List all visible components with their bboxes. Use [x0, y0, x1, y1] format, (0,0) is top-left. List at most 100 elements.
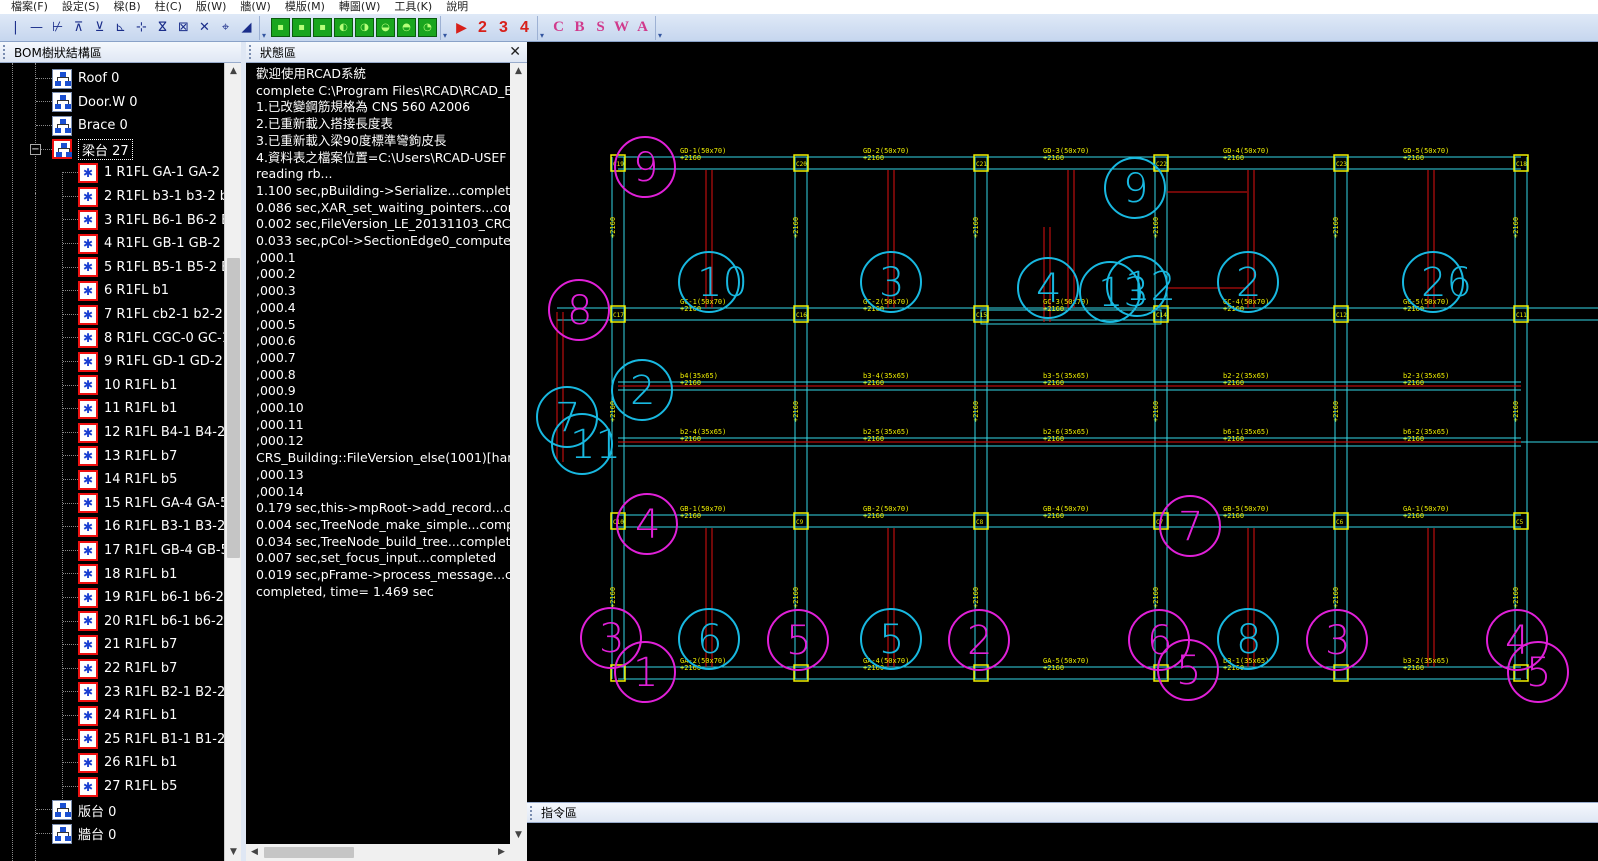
scroll-right-icon[interactable]: ▶ [493, 844, 510, 861]
layer-tool-icon-3[interactable]: ◐ [334, 18, 353, 37]
toolbar-overflow-icon[interactable]: ▾ [656, 16, 664, 40]
tree-group-item[interactable]: 牆台 0 [52, 822, 116, 846]
toolbar-overflow-icon[interactable]: ▾ [260, 16, 268, 40]
layer-tool-icon-5[interactable]: ◒ [376, 18, 395, 37]
tree-leaf-item[interactable]: ✱ 16 R1FL B3-1 B3-2 [78, 515, 224, 539]
layer-tool-icon-6[interactable]: ◓ [397, 18, 416, 37]
layer-tool-icon-7[interactable]: ◔ [418, 18, 437, 37]
beam-node-icon: ✱ [78, 776, 98, 797]
tree-leaf-item[interactable]: ✱ 22 R1FL b7 [78, 657, 177, 681]
tree-group-item[interactable]: Brace 0 [52, 114, 128, 138]
tree-leaf-item[interactable]: ✱ 14 R1FL b5 [78, 468, 177, 492]
tree-leaf-item[interactable]: ✱ 26 R1FL b1 [78, 751, 177, 775]
play-icon[interactable]: ▶ [451, 17, 472, 39]
menu-item-4[interactable]: 版(W) [189, 0, 233, 14]
draw-tool-icon-4[interactable]: ⊻ [89, 17, 110, 39]
view-number-button-4[interactable]: 4 [514, 17, 535, 39]
scroll-thumb[interactable] [264, 847, 354, 858]
log-line: ,000.12 [256, 433, 304, 449]
panel-grip-icon[interactable] [249, 45, 257, 59]
status-vertical-scrollbar[interactable]: ▲ ▼ [510, 63, 527, 844]
tree-leaf-item[interactable]: ✱ 19 R1FL b6-1 b6-2 [78, 586, 224, 610]
tree-leaf-item[interactable]: ✱ 8 R1FL CGC-0 GC-1 [78, 326, 224, 350]
tree-group-item[interactable]: 梁台 27 [52, 138, 133, 162]
tree-leaf-item[interactable]: ✱ 17 R1FL GB-4 GB-5 [78, 539, 224, 563]
tree-vertical-scrollbar[interactable]: ▲ ▼ [224, 63, 241, 861]
tree-leaf-item[interactable]: ✱ 7 R1FL cb2-1 b2-2 b [78, 303, 224, 327]
element-type-button-S[interactable]: S [590, 17, 611, 39]
close-icon[interactable]: ✕ [509, 44, 521, 60]
tree-group-item[interactable]: 版台 0 [52, 798, 116, 822]
tree-leaf-item[interactable]: ✱ 10 R1FL b1 [78, 374, 177, 398]
structural-plan-drawing[interactable]: C19 C20 C21 C22 C23 C18C17 C16 C15 C14 C12 C11C10 C… [527, 42, 1598, 802]
element-type-button-B[interactable]: B [569, 17, 590, 39]
collapse-icon[interactable]: − [30, 143, 41, 155]
menu-item-2[interactable]: 樑(B) [107, 0, 148, 14]
tree-leaf-item[interactable]: ✱ 20 R1FL b6-1 b6-2 [78, 610, 224, 634]
menu-item-6[interactable]: 模版(M) [278, 0, 332, 14]
scroll-thumb[interactable] [227, 258, 240, 558]
draw-tool-icon-3[interactable]: ⊼ [68, 17, 89, 39]
tree-leaf-item[interactable]: ✱ 2 R1FL b3-1 b3-2 b [78, 185, 224, 209]
tree-leaf-item[interactable]: ✱ 25 R1FL B1-1 B1-2 [78, 728, 224, 752]
draw-tool-icon-0[interactable]: | [5, 17, 26, 39]
tree-leaf-item[interactable]: ✱ 4 R1FL GB-1 GB-2 [78, 232, 221, 256]
element-type-button-C[interactable]: C [548, 17, 569, 39]
menu-item-1[interactable]: 設定(S) [55, 0, 107, 14]
cad-drawing-canvas[interactable]: C19 C20 C21 C22 C23 C18 C17 C16 C15 C14 C12 C11 C10 C… [527, 42, 1598, 802]
element-type-button-W[interactable]: W [611, 17, 632, 39]
draw-tool-icon-6[interactable]: ⊹ [131, 17, 152, 39]
menu-item-5[interactable]: 牆(W) [233, 0, 277, 14]
tree-leaf-item[interactable]: ✱ 23 R1FL B2-1 B2-2 [78, 680, 224, 704]
menu-item-9[interactable]: 說明 [439, 0, 475, 14]
tree-leaf-item[interactable]: ✱ 11 R1FL b1 [78, 397, 177, 421]
draw-tool-icon-10[interactable]: ⌖ [215, 17, 236, 39]
view-number-button-3[interactable]: 3 [493, 17, 514, 39]
tree-leaf-item[interactable]: ✱ 5 R1FL B5-1 B5-2 B [78, 256, 224, 280]
scroll-left-icon[interactable]: ◀ [246, 844, 263, 861]
tree-leaf-item[interactable]: ✱ 1 R1FL GA-1 GA-2 [78, 161, 220, 185]
tree-leaf-item[interactable]: ✱ 18 R1FL b1 [78, 562, 177, 586]
draw-tool-icon-9[interactable]: ✕ [194, 17, 215, 39]
menu-item-8[interactable]: 工具(K) [387, 0, 439, 14]
view-number-button-2[interactable]: 2 [472, 17, 493, 39]
scroll-down-icon[interactable]: ▼ [510, 827, 527, 844]
tree-leaf-item[interactable]: ✱ 12 R1FL B4-1 B4-2 [78, 421, 224, 445]
tree-leaf-item[interactable]: ✱ 6 R1FL b1 [78, 279, 169, 303]
log-line: 4.資料表之檔案位置=C:\Users\RCAD-USEF [256, 149, 507, 165]
draw-tool-icon-8[interactable]: ⊠ [173, 17, 194, 39]
layer-tool-icon-1[interactable]: ▪ [292, 18, 311, 37]
menu-item-0[interactable]: 檔案(F) [4, 0, 55, 14]
draw-tool-icon-1[interactable]: — [26, 17, 47, 39]
tree-group-item[interactable]: Door.W 0 [52, 90, 137, 114]
status-horizontal-scrollbar[interactable]: ◀ ▶ [246, 844, 510, 861]
tree-leaf-item[interactable]: ✱ 15 R1FL GA-4 GA-5 [78, 492, 224, 516]
tree-leaf-item[interactable]: ✱ 24 R1FL b1 [78, 704, 177, 728]
draw-tool-icon-11[interactable]: ◢ [236, 17, 257, 39]
draw-tool-icon-2[interactable]: ⊬ [47, 17, 68, 39]
menu-item-7[interactable]: 轉圖(W) [332, 0, 387, 14]
layer-tool-icon-4[interactable]: ◑ [355, 18, 374, 37]
column-label: C14 [1156, 312, 1167, 319]
element-type-button-A[interactable]: A [632, 17, 653, 39]
draw-tool-icon-7[interactable]: ⴵ [152, 17, 173, 39]
draw-tool-icon-5[interactable]: ⊾ [110, 17, 131, 39]
tree-leaf-item[interactable]: ✱ 3 R1FL B6-1 B6-2 B [78, 208, 224, 232]
tree-leaf-item[interactable]: ✱ 21 R1FL b7 [78, 633, 177, 657]
scroll-down-icon[interactable]: ▼ [225, 844, 242, 861]
tree-leaf-item[interactable]: ✱ 27 R1FL b5 [78, 775, 177, 799]
scroll-up-icon[interactable]: ▲ [225, 63, 242, 80]
menu-item-3[interactable]: 柱(C) [148, 0, 189, 14]
panel-grip-icon[interactable] [3, 45, 11, 59]
tree-group-item[interactable]: Roof 0 [52, 67, 119, 91]
column-label: C23 [1336, 161, 1347, 168]
toolbar-overflow-icon[interactable]: ▾ [441, 16, 449, 40]
tree-leaf-item[interactable]: ✱ 13 R1FL b7 [78, 444, 177, 468]
layer-tool-icon-2[interactable]: ▪ [313, 18, 332, 37]
scroll-up-icon[interactable]: ▲ [510, 63, 527, 80]
layer-tool-icon-0[interactable]: ▪ [271, 18, 290, 37]
tree-leaf-item[interactable]: ✱ 9 R1FL GD-1 GD-2 [78, 350, 223, 374]
panel-grip-icon[interactable] [530, 805, 538, 820]
status-panel-title: 狀態區 [260, 45, 297, 60]
toolbar-overflow-icon[interactable]: ▾ [538, 16, 546, 40]
